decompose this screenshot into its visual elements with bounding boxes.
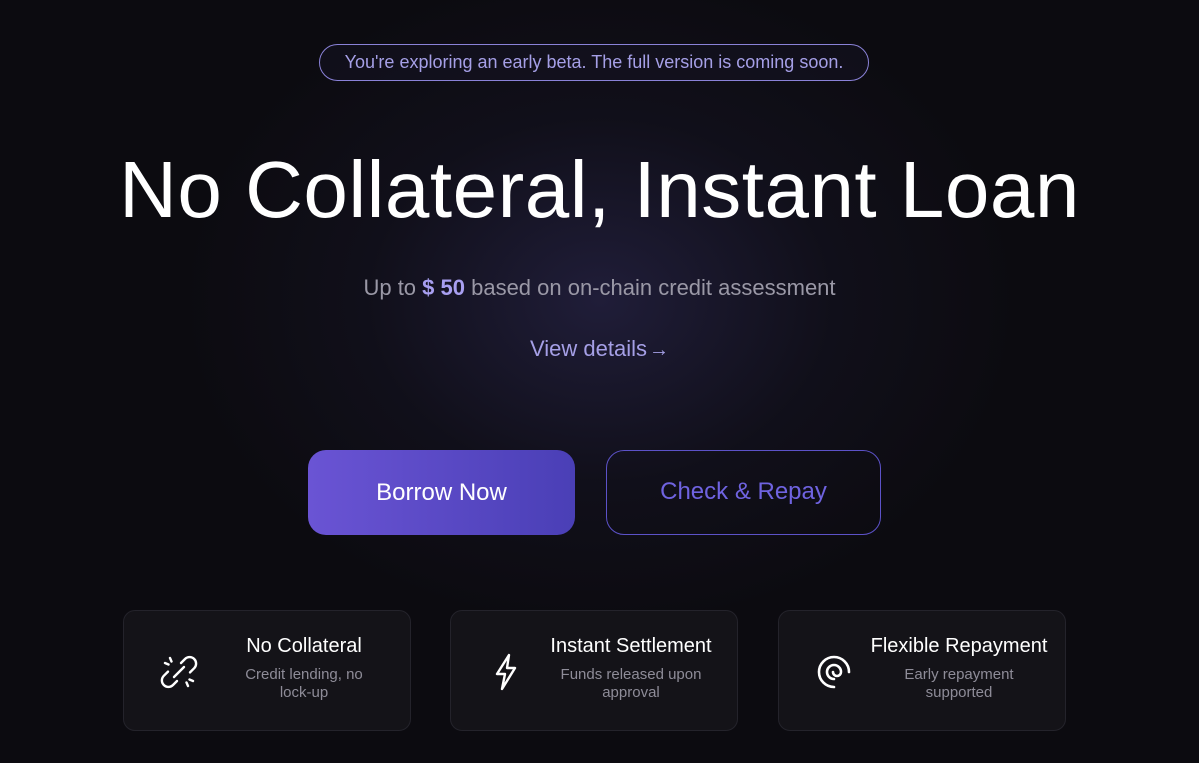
feature-card-flexible-repayment: Flexible Repayment Early repayment suppo… [778,610,1066,731]
broken-link-icon [156,649,202,695]
loan-amount: $ 50 [422,275,465,300]
feature-title: Instant Settlement [550,635,712,657]
hero-subtitle: Up to $ 50 based on on-chain credit asse… [0,273,1199,303]
feature-card-instant-settlement: Instant Settlement Funds released upon a… [450,610,738,731]
feature-title: Flexible Repayment [870,635,1048,657]
beta-banner: You're exploring an early beta. The full… [319,44,869,81]
lightning-bolt-icon [483,649,529,695]
feature-card-no-collateral: No Collateral Credit lending, no lock-up [123,610,411,731]
arrow-right-icon: → [649,339,669,361]
feature-description: Funds released upon approval [560,666,702,701]
spiral-icon [811,649,857,695]
view-details-link[interactable]: View details → [0,334,1199,365]
view-details-label: View details [530,336,647,361]
feature-title: No Collateral [246,635,362,657]
feature-text: Instant Settlement Funds released upon a… [531,631,731,702]
feature-description: Early repayment supported [904,666,1014,701]
borrow-now-button[interactable]: Borrow Now [308,450,575,535]
hero-title: No Collateral, Instant Loan [119,145,1080,234]
feature-text: No Collateral Credit lending, no lock-up [204,631,404,702]
beta-banner-text: You're exploring an early beta. The full… [344,52,844,72]
feature-text: Flexible Repayment Early repayment suppo… [859,631,1059,702]
feature-description: Credit lending, no lock-up [245,666,363,701]
check-repay-button[interactable]: Check & Repay [606,450,881,535]
subtitle-suffix: based on on-chain credit assessment [464,275,836,300]
subtitle-prefix: Up to [363,275,423,300]
